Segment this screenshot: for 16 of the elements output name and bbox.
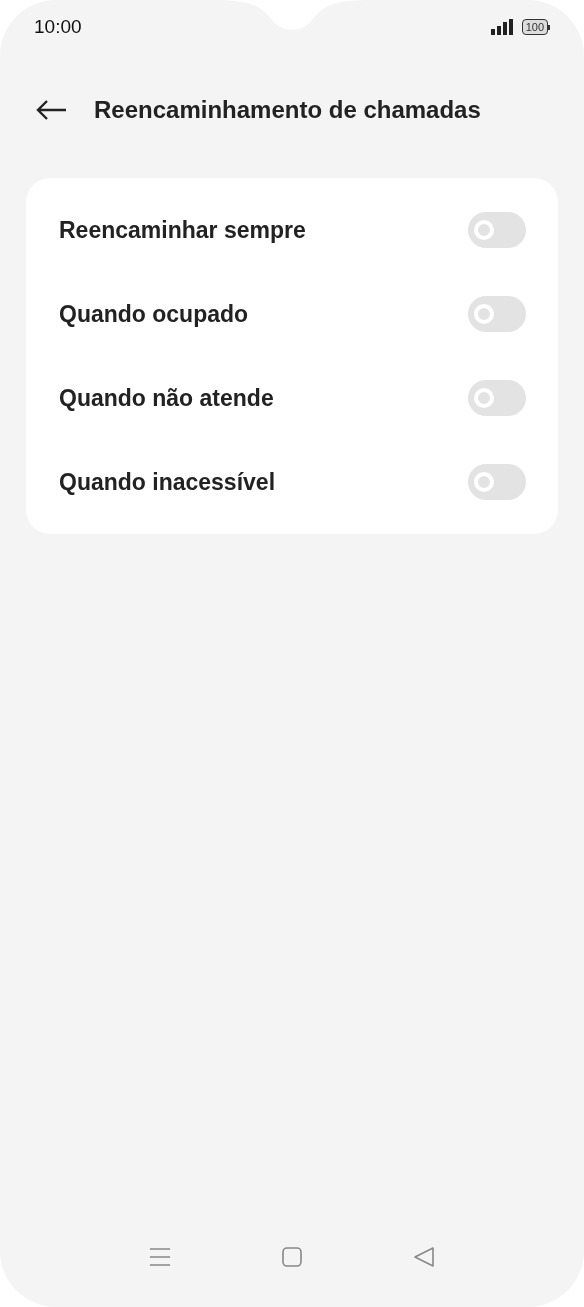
- toggle-switch[interactable]: [468, 464, 526, 500]
- setting-label: Reencaminhar sempre: [59, 215, 306, 245]
- toggle-switch[interactable]: [468, 380, 526, 416]
- back-icon[interactable]: [413, 1246, 435, 1268]
- home-icon[interactable]: [281, 1246, 303, 1268]
- toggle-switch[interactable]: [468, 212, 526, 248]
- battery-icon: 100: [521, 19, 550, 35]
- toggle-switch[interactable]: [468, 296, 526, 332]
- status-time: 10:00: [34, 14, 82, 39]
- setting-label: Quando não atende: [59, 383, 274, 413]
- back-arrow-icon[interactable]: [36, 99, 68, 121]
- page-title: Reencaminhamento de chamadas: [94, 95, 481, 125]
- signal-icon: [490, 19, 514, 35]
- setting-label: Quando inacessível: [59, 467, 276, 497]
- menu-icon[interactable]: [149, 1246, 171, 1268]
- setting-label: Quando ocupado: [59, 299, 249, 329]
